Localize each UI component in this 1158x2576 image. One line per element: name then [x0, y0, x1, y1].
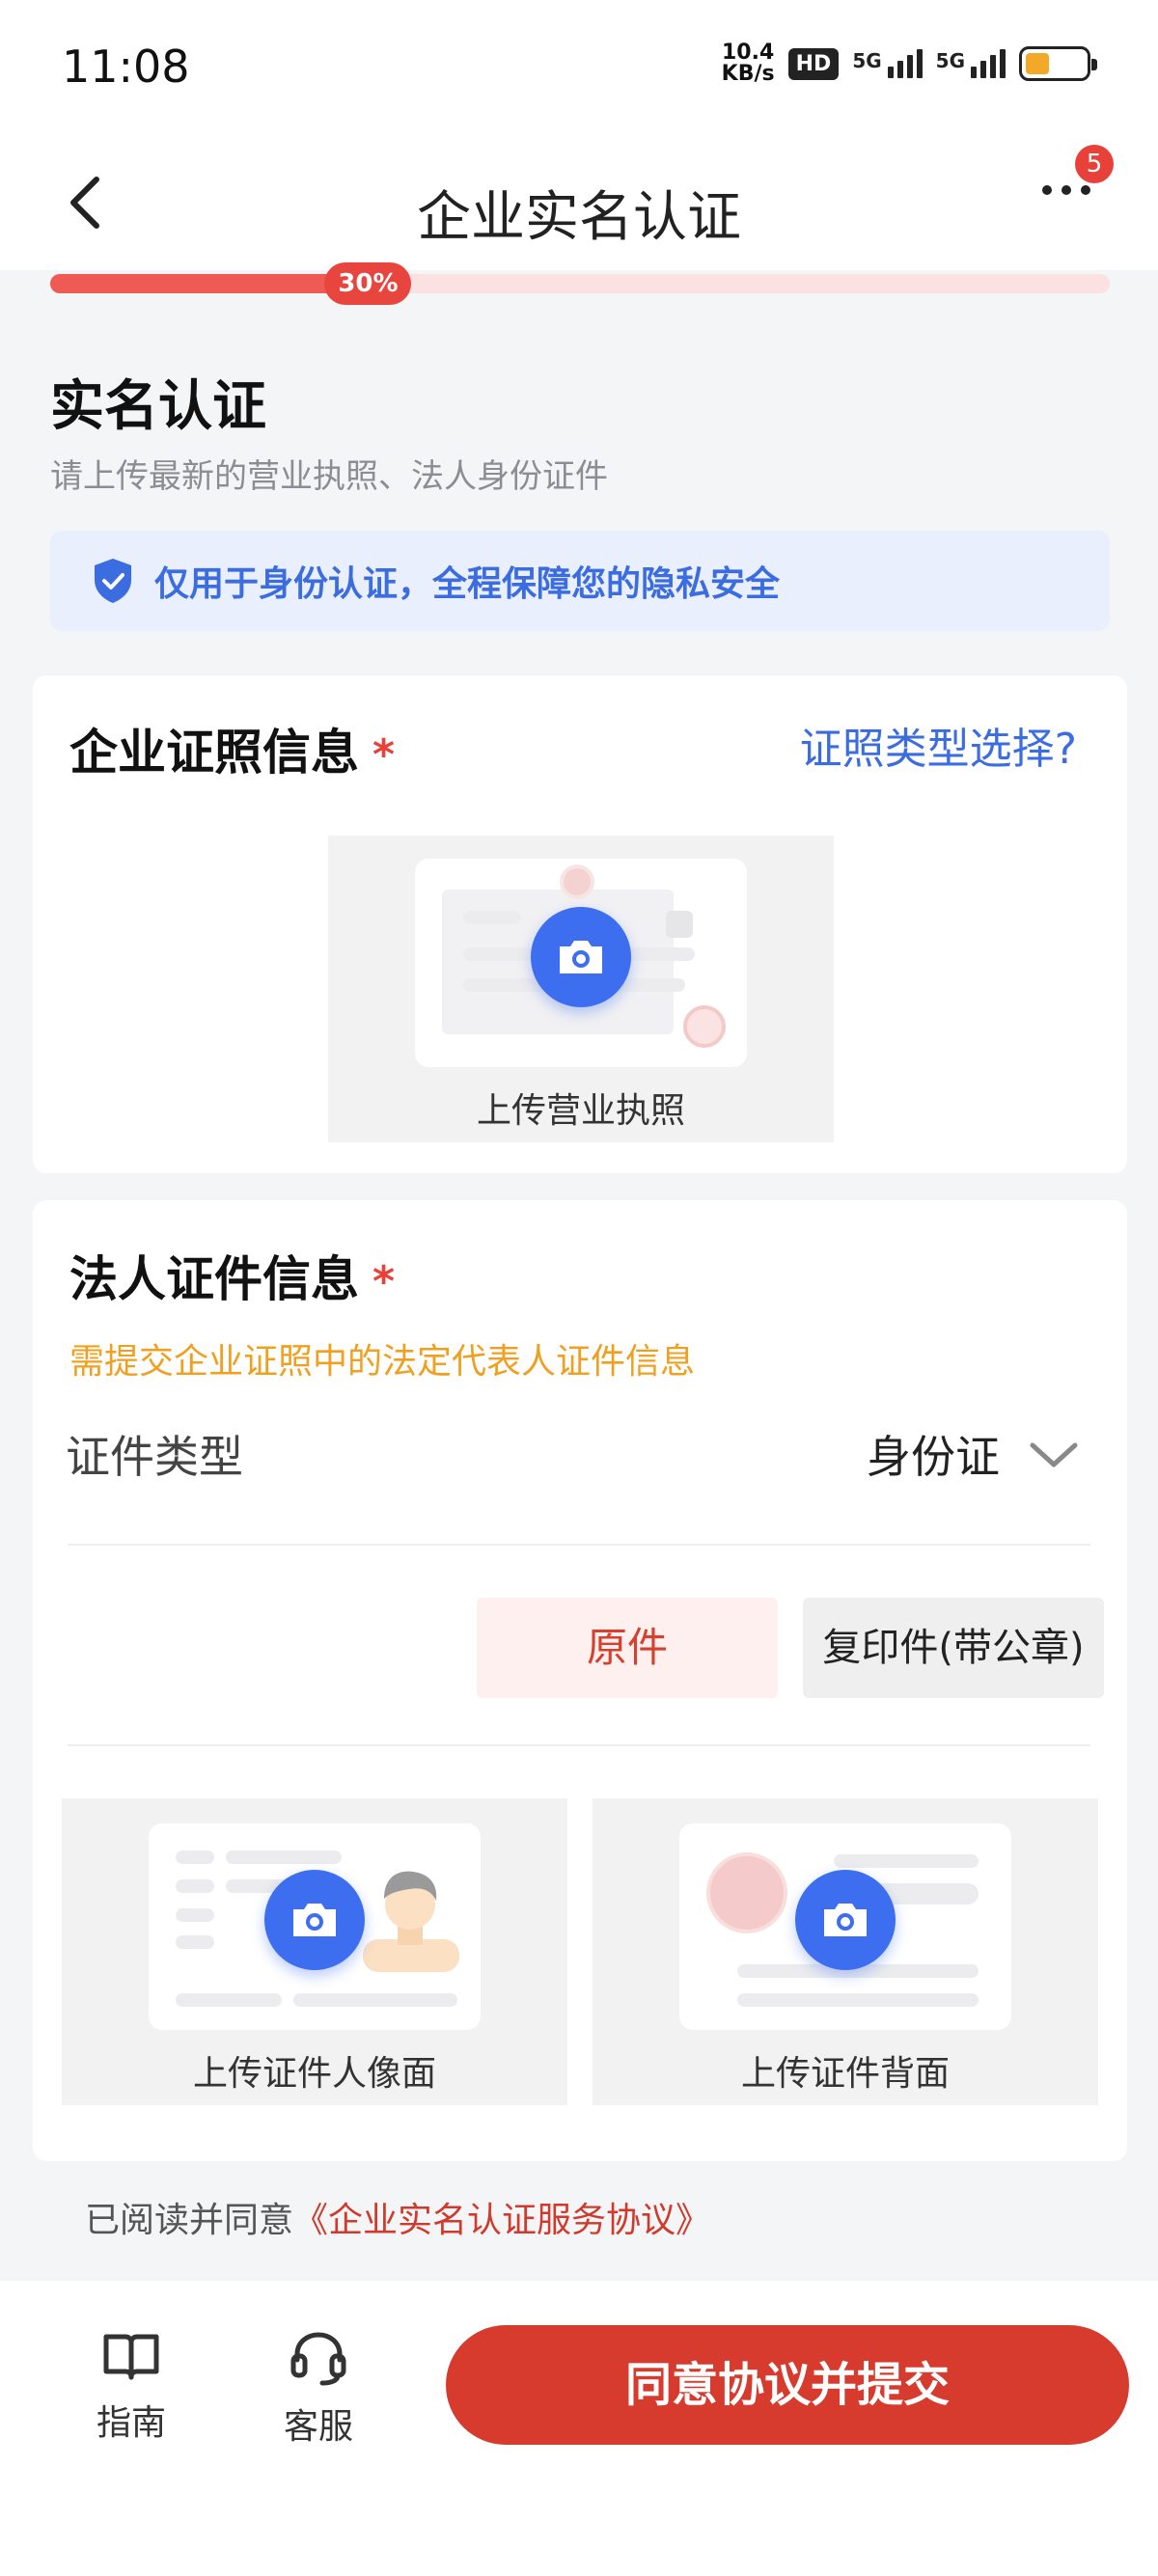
section-subtitle: 请上传最新的营业执照、法人身份证件 — [50, 457, 608, 496]
camera-icon[interactable] — [264, 1870, 365, 1970]
status-icons: 10.4 KB/s HD 5G 5G — [722, 42, 1097, 85]
guide-tab[interactable]: 指南 — [73, 2329, 189, 2445]
camera-icon[interactable] — [795, 1870, 896, 1970]
status-time: 11:08 — [62, 41, 190, 93]
service-tab[interactable]: 客服 — [261, 2329, 376, 2449]
legal-title-text: 法人证件信息 — [69, 1251, 359, 1307]
book-icon — [103, 2334, 159, 2380]
person-avatar-icon — [363, 1871, 459, 1972]
signal-label: 5G — [935, 49, 965, 72]
divider — [68, 1544, 1090, 1546]
option-original-button[interactable]: 原件 — [477, 1598, 778, 1698]
network-speed: 10.4 KB/s — [722, 42, 775, 85]
section-title: 实名认证 — [50, 375, 266, 438]
agreement-link[interactable]: 《企业实名认证服务协议》 — [293, 2201, 710, 2240]
license-card: 企业证照信息 * 证照类型选择? 上传营业执照 — [33, 675, 1127, 1173]
cert-type-value: 身份证 — [867, 1431, 1000, 1483]
service-label: 客服 — [283, 2407, 353, 2447]
option-copy-button[interactable]: 复印件(带公章) — [803, 1598, 1104, 1698]
privacy-banner: 仅用于身份认证，全程保障您的隐私安全 — [50, 531, 1110, 631]
progress-fill — [50, 274, 369, 293]
signal-icon: 5G — [936, 49, 1006, 78]
guide-label: 指南 — [96, 2403, 166, 2443]
progress-label: 30% — [324, 262, 412, 305]
bottom-action-bar: 指南 客服 同意协议并提交 — [0, 2281, 1158, 2576]
required-mark: * — [372, 730, 396, 780]
upload-license-box[interactable]: 上传营业执照 — [328, 836, 834, 1142]
emblem-icon — [560, 864, 594, 899]
battery-icon — [1019, 46, 1097, 81]
signal-icon: 5G — [852, 49, 923, 78]
nav-bar: 企业实名认证 5 — [0, 135, 1158, 270]
upload-id-front-box[interactable]: 上传证件人像面 — [62, 1798, 567, 2105]
chevron-down-icon — [1030, 1442, 1078, 1467]
privacy-text: 仅用于身份认证，全程保障您的隐私安全 — [154, 564, 781, 604]
cert-type-label: 证件类型 — [66, 1431, 243, 1483]
national-emblem-icon — [706, 1852, 787, 1933]
upload-id-back-label: 上传证件背面 — [740, 2054, 950, 2094]
submit-button[interactable]: 同意协议并提交 — [446, 2325, 1129, 2445]
more-dots-icon[interactable] — [1042, 185, 1090, 195]
license-title-text: 企业证照信息 — [69, 725, 359, 781]
cert-type-select[interactable]: 身份证 — [867, 1422, 1079, 1486]
agreement-text: 已阅读并同意《企业实名认证服务协议》 — [85, 2192, 710, 2242]
notification-badge: 5 — [1075, 145, 1114, 183]
shield-check-icon — [95, 559, 131, 603]
hd-badge: HD — [787, 47, 840, 80]
legal-person-card: 法人证件信息 * 需提交企业证照中的法定代表人证件信息 证件类型 身份证 原件 复… — [33, 1200, 1127, 2161]
license-title: 企业证照信息 * — [69, 714, 395, 783]
legal-title: 法人证件信息 * — [69, 1241, 395, 1310]
network-speed-unit: KB/s — [721, 62, 775, 86]
page-title: 企业实名认证 — [417, 186, 741, 249]
network-speed-value: 10.4 — [722, 41, 775, 65]
upload-id-back-box[interactable]: 上传证件背面 — [593, 1798, 1098, 2105]
divider — [68, 1744, 1090, 1746]
upload-license-label: 上传营业执照 — [476, 1091, 685, 1131]
seal-icon — [683, 1005, 726, 1048]
status-bar: 11:08 10.4 KB/s HD 5G 5G — [0, 0, 1158, 135]
camera-icon[interactable] — [531, 907, 631, 1007]
agreement-prefix: 已阅读并同意 — [85, 2201, 294, 2240]
license-type-link[interactable]: 证照类型选择? — [800, 714, 1077, 776]
signal-label: 5G — [852, 49, 882, 72]
headset-icon — [290, 2332, 346, 2386]
required-mark: * — [372, 1257, 396, 1306]
legal-note: 需提交企业证照中的法定代表人证件信息 — [69, 1342, 696, 1382]
upload-id-front-label: 上传证件人像面 — [192, 2054, 436, 2094]
